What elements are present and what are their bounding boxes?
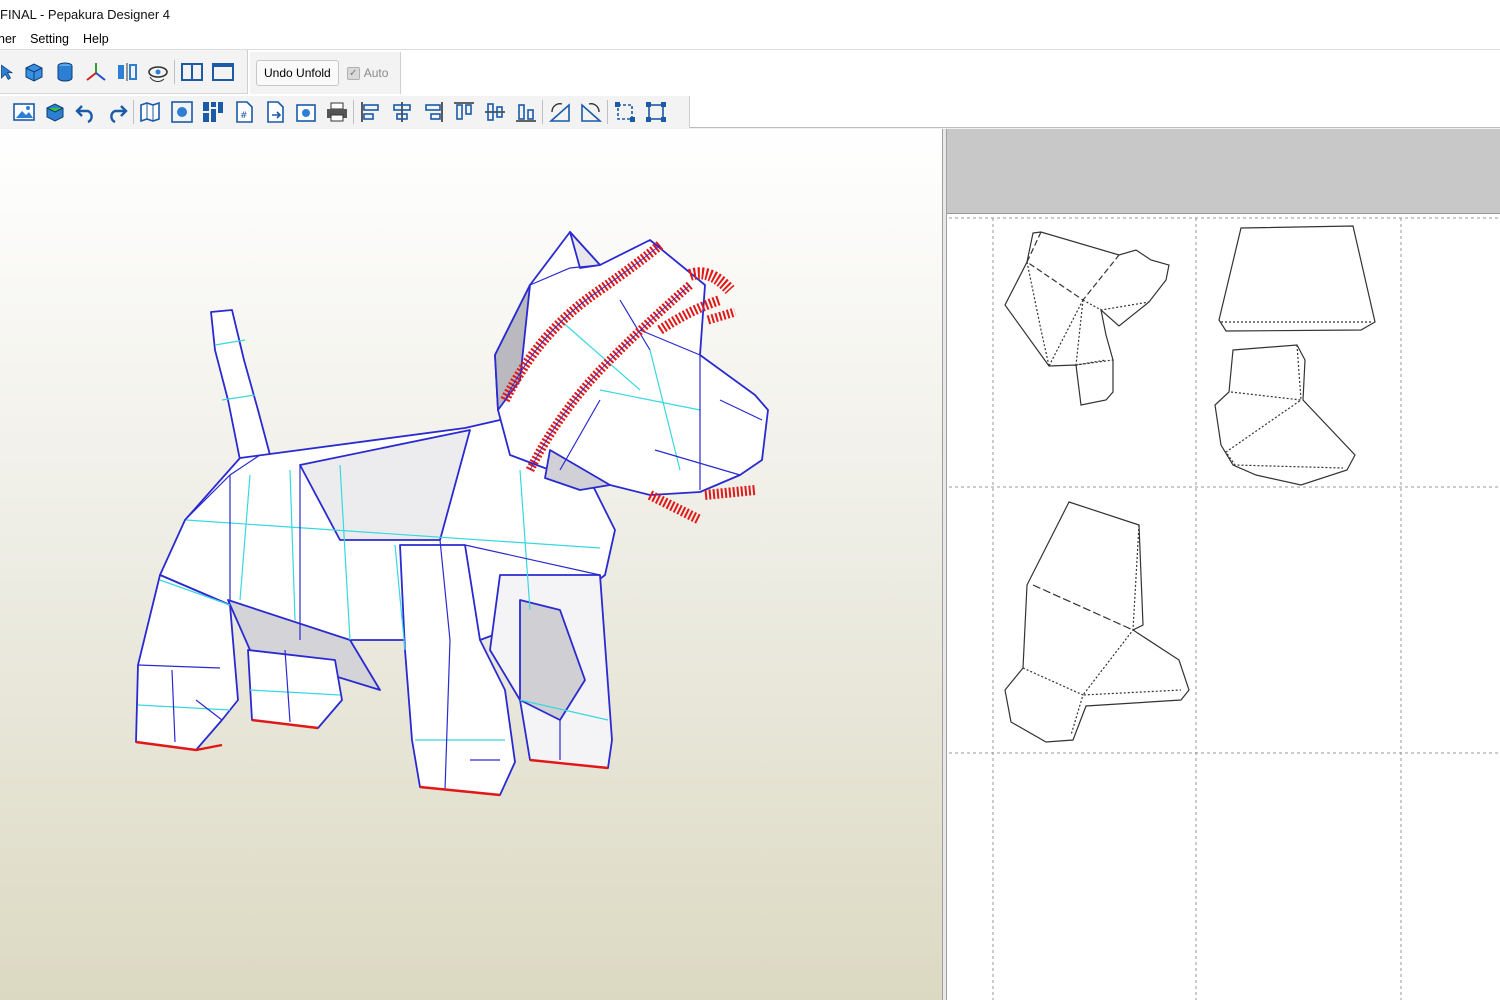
axis-icon[interactable] (80, 57, 111, 87)
menu-item-help[interactable]: Help (83, 32, 109, 46)
toolbar-area: Undo Unfold ✓ Auto # (0, 50, 1500, 128)
3d-view[interactable] (0, 129, 943, 1000)
align-middle-icon[interactable] (479, 97, 510, 127)
title-bar: FINAL - Pepakura Designer 4 (0, 0, 1500, 28)
print-preview-icon[interactable] (290, 97, 321, 127)
auto-checkbox[interactable]: ✓ Auto (346, 66, 389, 80)
align-bottom-icon[interactable] (510, 97, 541, 127)
align-center-icon[interactable] (386, 97, 417, 127)
rotate-left-icon[interactable] (544, 97, 575, 127)
pattern-sheet (949, 217, 1500, 1000)
unfold-icon[interactable] (135, 97, 166, 127)
pattern-part (1004, 501, 1190, 743)
page-number-icon[interactable]: # (228, 97, 259, 127)
toolbar-separator (353, 100, 354, 124)
cube-color-icon[interactable] (39, 97, 70, 127)
dog-3d-model (135, 231, 769, 797)
undo-unfold-button[interactable]: Undo Unfold (256, 60, 339, 86)
redo-icon[interactable] (101, 97, 132, 127)
eye-rotate-icon[interactable] (142, 57, 173, 87)
svg-text:#: # (240, 111, 248, 121)
toolbar-3d (0, 50, 248, 94)
split-view-icon[interactable] (176, 57, 207, 87)
toolbar-separator (607, 100, 608, 124)
check-icon: ✓ (346, 66, 360, 80)
pattern-part (1218, 225, 1376, 332)
2d-pattern-view[interactable] (946, 129, 1500, 1000)
2d-view-margin (947, 129, 1500, 214)
ungroup-icon[interactable] (640, 97, 671, 127)
box-icon[interactable] (18, 57, 49, 87)
arrange-icon[interactable] (197, 97, 228, 127)
pattern-part (1214, 344, 1356, 486)
toolbar-separator (174, 59, 175, 84)
export-icon[interactable] (259, 97, 290, 127)
menu-bar: ner Setting Help (0, 28, 1500, 50)
menu-item-setting[interactable]: Setting (30, 32, 69, 46)
cylinder-icon[interactable] (49, 57, 80, 87)
rotate-right-icon[interactable] (575, 97, 606, 127)
mirror-icon[interactable] (111, 57, 142, 87)
pattern-part (1004, 231, 1170, 406)
align-top-icon[interactable] (448, 97, 479, 127)
toolbar-2d: # (0, 96, 690, 128)
menu-item-other[interactable]: ner (0, 32, 16, 46)
texture-icon[interactable] (8, 97, 39, 127)
print-icon[interactable] (321, 97, 352, 127)
single-view-icon[interactable] (207, 57, 238, 87)
group-icon[interactable] (609, 97, 640, 127)
undo-icon[interactable] (70, 97, 101, 127)
toolbar-separator (542, 100, 543, 124)
window-title: FINAL - Pepakura Designer 4 (0, 6, 171, 22)
auto-label: Auto (363, 66, 389, 80)
align-left-icon[interactable] (355, 97, 386, 127)
unfold-group: Undo Unfold ✓ Auto (250, 52, 401, 94)
align-right-icon[interactable] (417, 97, 448, 127)
select-icon[interactable] (0, 57, 18, 87)
zoom-fit-icon[interactable] (166, 97, 197, 127)
toolbar-separator (133, 100, 134, 124)
